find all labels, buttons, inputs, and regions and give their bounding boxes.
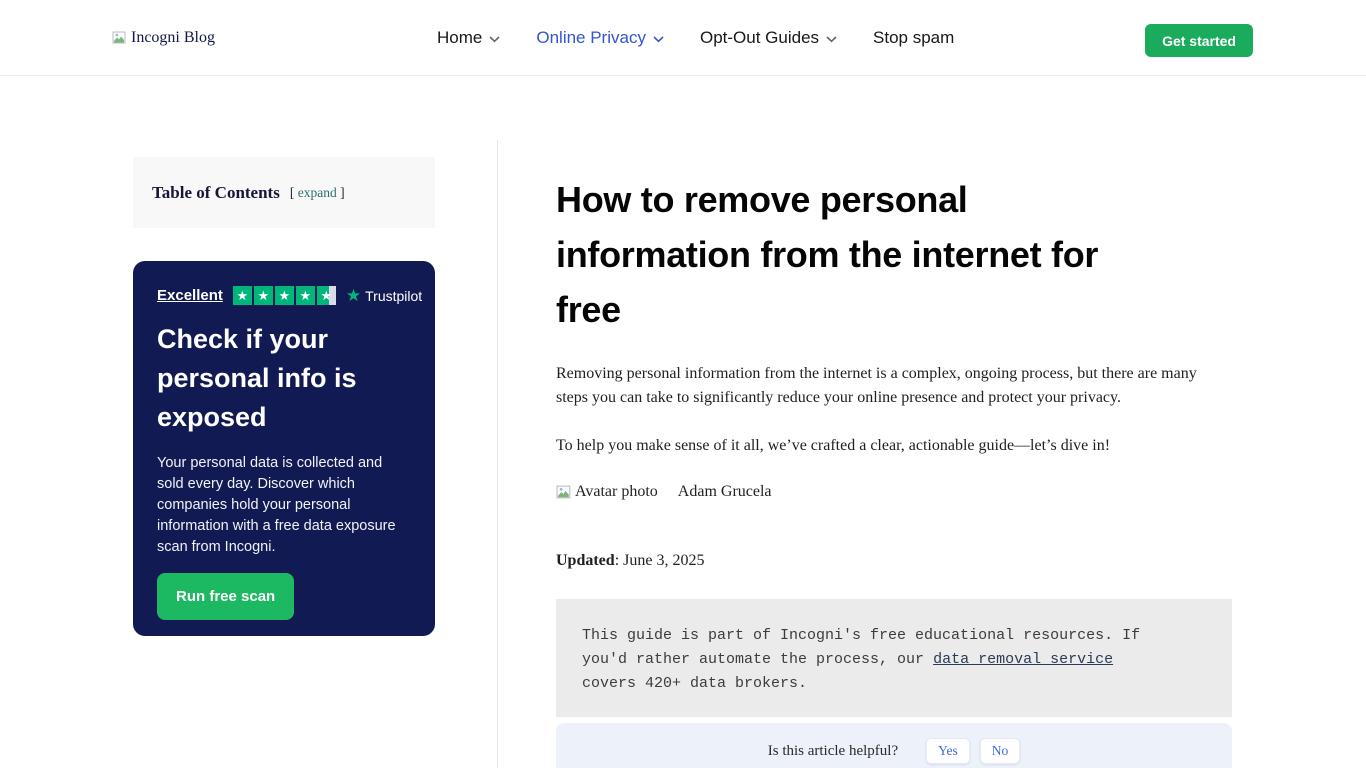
run-free-scan-button[interactable]: Run free scan <box>157 573 295 620</box>
star-icon: ★ <box>253 286 273 305</box>
free-scan-cta-card: Excellent ★ ★ ★ ★ ★ ★ Trustpilot Check i… <box>133 261 435 636</box>
page: Incogni Blog Home Online Privacy Opt-Out… <box>0 0 1366 768</box>
nav-label: Online Privacy <box>536 28 646 47</box>
get-started-button[interactable]: Get started <box>1145 24 1253 57</box>
note-text-after: covers 420+ data brokers. <box>582 675 808 692</box>
chevron-down-icon <box>826 35 837 43</box>
article-paragraph: To help you make sense of it all, we’ve … <box>556 437 1111 454</box>
updated-date: : June 3, 2025 <box>614 552 705 569</box>
toc-title: Table of Contents <box>152 182 280 202</box>
star-icon: ★ <box>295 286 315 305</box>
article-title: How to remove personal information from … <box>556 172 1232 337</box>
cta-card-body: Your personal data is collected and sold… <box>157 455 396 555</box>
feedback-no-button[interactable]: No <box>979 738 1021 764</box>
cta-card-heading: Check if your personal info is exposed <box>157 320 411 437</box>
broken-image-icon <box>556 485 571 498</box>
table-of-contents-box: Table of Contents [ expand ] <box>133 157 435 228</box>
toc-expand-link[interactable]: expand <box>298 185 337 200</box>
feedback-question: Is this article helpful? <box>767 742 899 759</box>
nav-label: Opt-Out Guides <box>699 28 820 47</box>
nav-item-online-privacy[interactable]: Online Privacy <box>536 28 664 48</box>
star-icon: ★ <box>232 286 252 305</box>
trustpilot-rating-label[interactable]: Excellent <box>157 287 223 304</box>
feedback-bar: Is this article helpful? Yes No <box>556 723 1232 768</box>
trustpilot-widget[interactable]: Excellent ★ ★ ★ ★ ★ ★ Trustpilot <box>157 286 422 305</box>
nav-item-opt-out-guides[interactable]: Opt-Out Guides <box>700 28 837 48</box>
cta-heading-line: Check if your <box>157 324 329 354</box>
author-name[interactable]: Adam Grucela <box>678 483 772 501</box>
star-half-icon: ★ <box>316 286 336 305</box>
cta-heading-line: exposed <box>157 402 267 432</box>
avatar: Avatar photo <box>556 483 658 501</box>
avatar-alt-text: Avatar photo <box>575 483 658 500</box>
vertical-divider <box>497 140 498 768</box>
logo-text: Incogni Blog <box>131 29 215 46</box>
article-paragraph: Removing personal information from the i… <box>556 365 1197 406</box>
toc-bracket-open: [ <box>289 184 298 200</box>
site-logo[interactable]: Incogni Blog <box>112 0 215 76</box>
trustpilot-stars: ★ ★ ★ ★ ★ <box>232 286 336 305</box>
nav-item-home[interactable]: Home <box>437 28 500 48</box>
chevron-down-icon <box>653 35 664 43</box>
nav-label: Stop spam <box>873 28 955 47</box>
nav-label: Home <box>437 28 483 47</box>
editorial-note-text: This guide is part of Incogni's free edu… <box>582 624 1167 696</box>
toc-expand-wrap: [ expand ] <box>290 185 345 201</box>
updated-label: Updated <box>556 552 615 569</box>
article-title-line: free <box>556 289 621 330</box>
broken-image-icon <box>112 31 126 44</box>
cta-heading-line: personal info is <box>157 363 357 393</box>
updated-row: Updated: June 3, 2025 <box>556 552 704 570</box>
trustpilot-brand-text: Trustpilot <box>365 287 423 304</box>
article-title-line: information from the internet for <box>556 234 1099 275</box>
data-removal-service-link[interactable]: data removal service <box>933 651 1113 668</box>
nav-item-stop-spam[interactable]: Stop spam <box>873 28 954 48</box>
trustpilot-star-icon: ★ <box>345 286 362 305</box>
site-header: Incogni Blog Home Online Privacy Opt-Out… <box>0 0 1366 76</box>
star-icon: ★ <box>274 286 294 305</box>
trustpilot-logo: ★ Trustpilot <box>346 287 422 304</box>
editorial-note-box: This guide is part of Incogni's free edu… <box>556 599 1232 717</box>
toc-bracket-close: ] <box>336 184 345 200</box>
main-nav: Home Online Privacy Opt-Out Guides Stop … <box>437 0 954 76</box>
author-row: Avatar photo Adam Grucela <box>556 483 772 501</box>
feedback-yes-button[interactable]: Yes <box>926 738 970 764</box>
chevron-down-icon <box>489 35 500 43</box>
article-title-line: How to remove personal <box>556 179 968 220</box>
